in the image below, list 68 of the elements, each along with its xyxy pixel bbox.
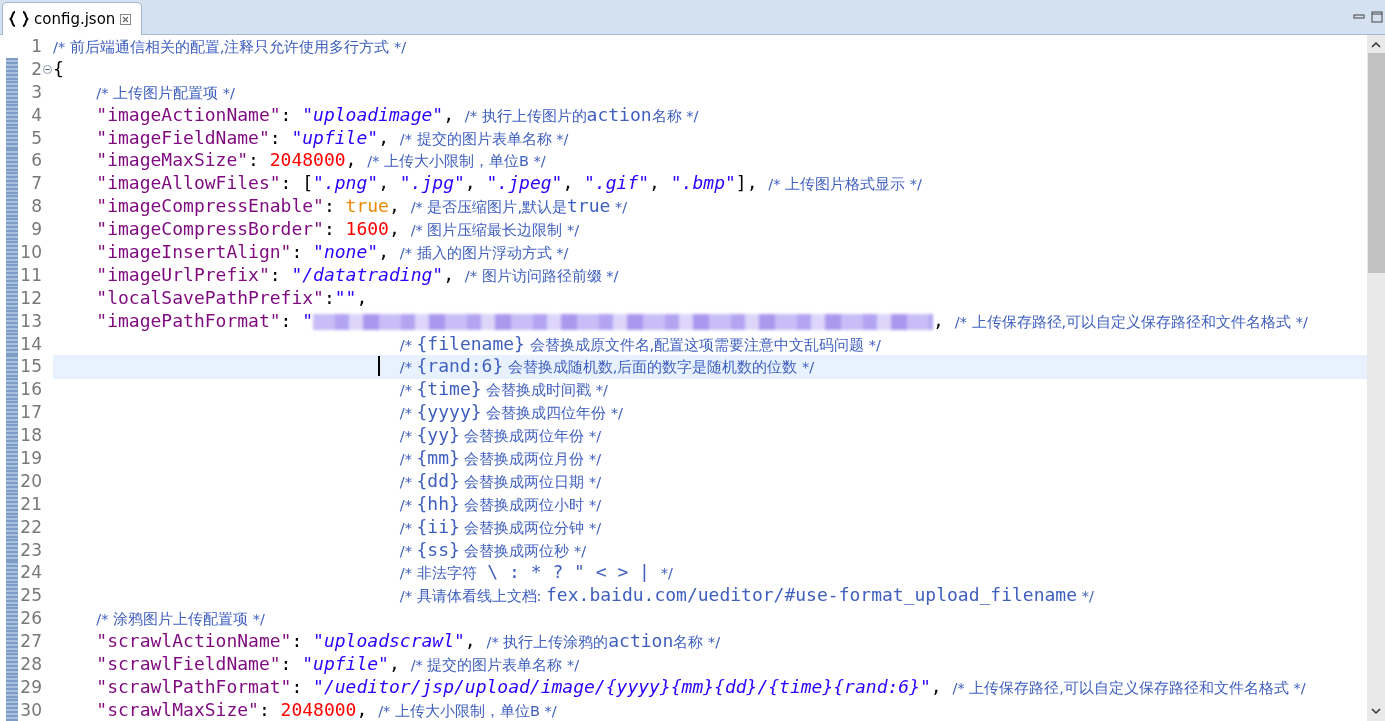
code-line: /* {ss} 会替换成两位秒 */ [398,538,588,562]
line-number: 7 [30,172,42,196]
code-line: "scrawlPathFormat": "/ueditor/jsp/upload/image/{yyyy}{mm}{dd}/{time}{rand:6}", /* 上传保存路径,可以自定义保存路径和文件名格式 */ [95,675,1307,699]
line-number: 22 [19,515,42,539]
line-number: 29 [19,675,42,699]
line-number: 11 [19,263,42,287]
code-line: "scrawlMaxSize": 2048000, /* 上传大小限制，单位B */ [95,698,558,721]
maximize-icon[interactable] [1371,11,1383,23]
line-number: 21 [19,492,42,516]
code-line: /* 前后端通信相关的配置,注释只允许使用多行方式 */ [53,38,408,57]
code-line: /* {dd} 会替换成两位日期 */ [398,469,603,493]
line-number: 17 [19,401,42,425]
json-file-icon [9,11,29,27]
line-number: 6 [30,149,42,173]
collapse-icon[interactable] [43,64,52,74]
code-line: /* 具请体看线上文档: fex.baidu.com/ueditor/#use-format_upload_filename */ [398,584,1095,608]
line-number: 2 [30,57,42,81]
line-number: 28 [19,653,42,677]
line-number: 24 [19,561,42,585]
code-line: "imageFieldName": "upfile", /* 提交的图片表单名称 */ [95,126,570,150]
line-number: 12 [19,286,42,310]
editor-tab[interactable]: config.json [2,2,143,35]
text-cursor [378,356,381,377]
scroll-down-icon[interactable] [1370,705,1382,717]
line-number: 10 [19,241,42,264]
line-number: 19 [19,447,42,471]
code-line: "imageCompressBorder": 1600, /* 图片压缩最长边限制 */ [95,218,581,242]
code-line: { [53,57,65,81]
line-number: 18 [19,424,42,448]
code-line: "imageCompressEnable": true, /* 是否压缩图片,默认是true */ [95,195,629,219]
line-number: 14 [19,332,42,356]
line-number: 27 [19,630,42,654]
code-line: /* 涂鸦图片上传配置项 */ [95,610,266,630]
line-number: 9 [30,218,42,242]
code-line: "localSavePathPrefix":"", [95,286,369,310]
code-line: /* {filename} 会替换成原文件名,配置这项需要注意中文乱码问题 */ [398,332,882,356]
line-number: 8 [30,195,42,219]
code-line: /* 非法字符 \ : * ? " < > | */ [398,561,674,585]
line-number: 3 [30,80,42,104]
code-line: "scrawlActionName": "uploadscrawl", /* 执行上传涂鸦的action名称 */ [95,630,722,654]
code-line: "imageInsertAlign": "none", /* 插入的图片浮动方式 */ [95,241,570,264]
code-line: /* {mm} 会替换成两位月份 */ [398,447,603,471]
line-number: 16 [19,378,42,402]
code-line: "imageUrlPrefix": "/datatrading", /* 图片访问路径前缀 */ [95,263,620,287]
line-number: 20 [19,469,42,493]
code-line: "imageActionName": "uploadimage", /* 执行上传图片的action名称 */ [95,103,700,127]
line-number: 15 [19,355,42,379]
code-line: "imagePathFormat": " , /* 上传保存路径,可以自定义保存路径和文件名格式 */ [95,309,1309,333]
line-number: 1 [30,35,42,58]
code-line: /* {ii} 会替换成两位分钟 */ [398,515,603,539]
line-number: 30 [19,698,42,721]
close-icon[interactable] [120,13,132,25]
code-line: "scrawlFieldName": "upfile", /* 提交的图片表单名称 */ [95,653,581,677]
code-line: /* {yy} 会替换成两位年份 */ [398,424,603,448]
line-number: 25 [19,584,42,608]
code-line: /* {yyyy} 会替换成四位年份 */ [398,401,624,425]
line-number: 23 [19,538,42,562]
scrollbar[interactable] [1367,35,1385,721]
line-number: 13 [19,309,42,333]
code-line: /* {time} 会替换成时间戳 */ [398,378,609,402]
code-line: /* 上传图片配置项 */ [95,83,236,103]
line-number: 4 [30,103,42,127]
scroll-thumb[interactable] [1367,53,1385,273]
code-line: "imageMaxSize": 2048000, /* 上传大小限制，单位B */ [95,149,547,173]
code-line: "imageAllowFiles": [".png", ".jpg", ".jpeg", ".gif", ".bmp"], /* 上传图片格式显示 */ [95,172,923,196]
line-number: 26 [19,607,42,631]
line-number: 5 [30,126,42,150]
code-line: /* {hh} 会替换成两位小时 */ [398,492,603,516]
